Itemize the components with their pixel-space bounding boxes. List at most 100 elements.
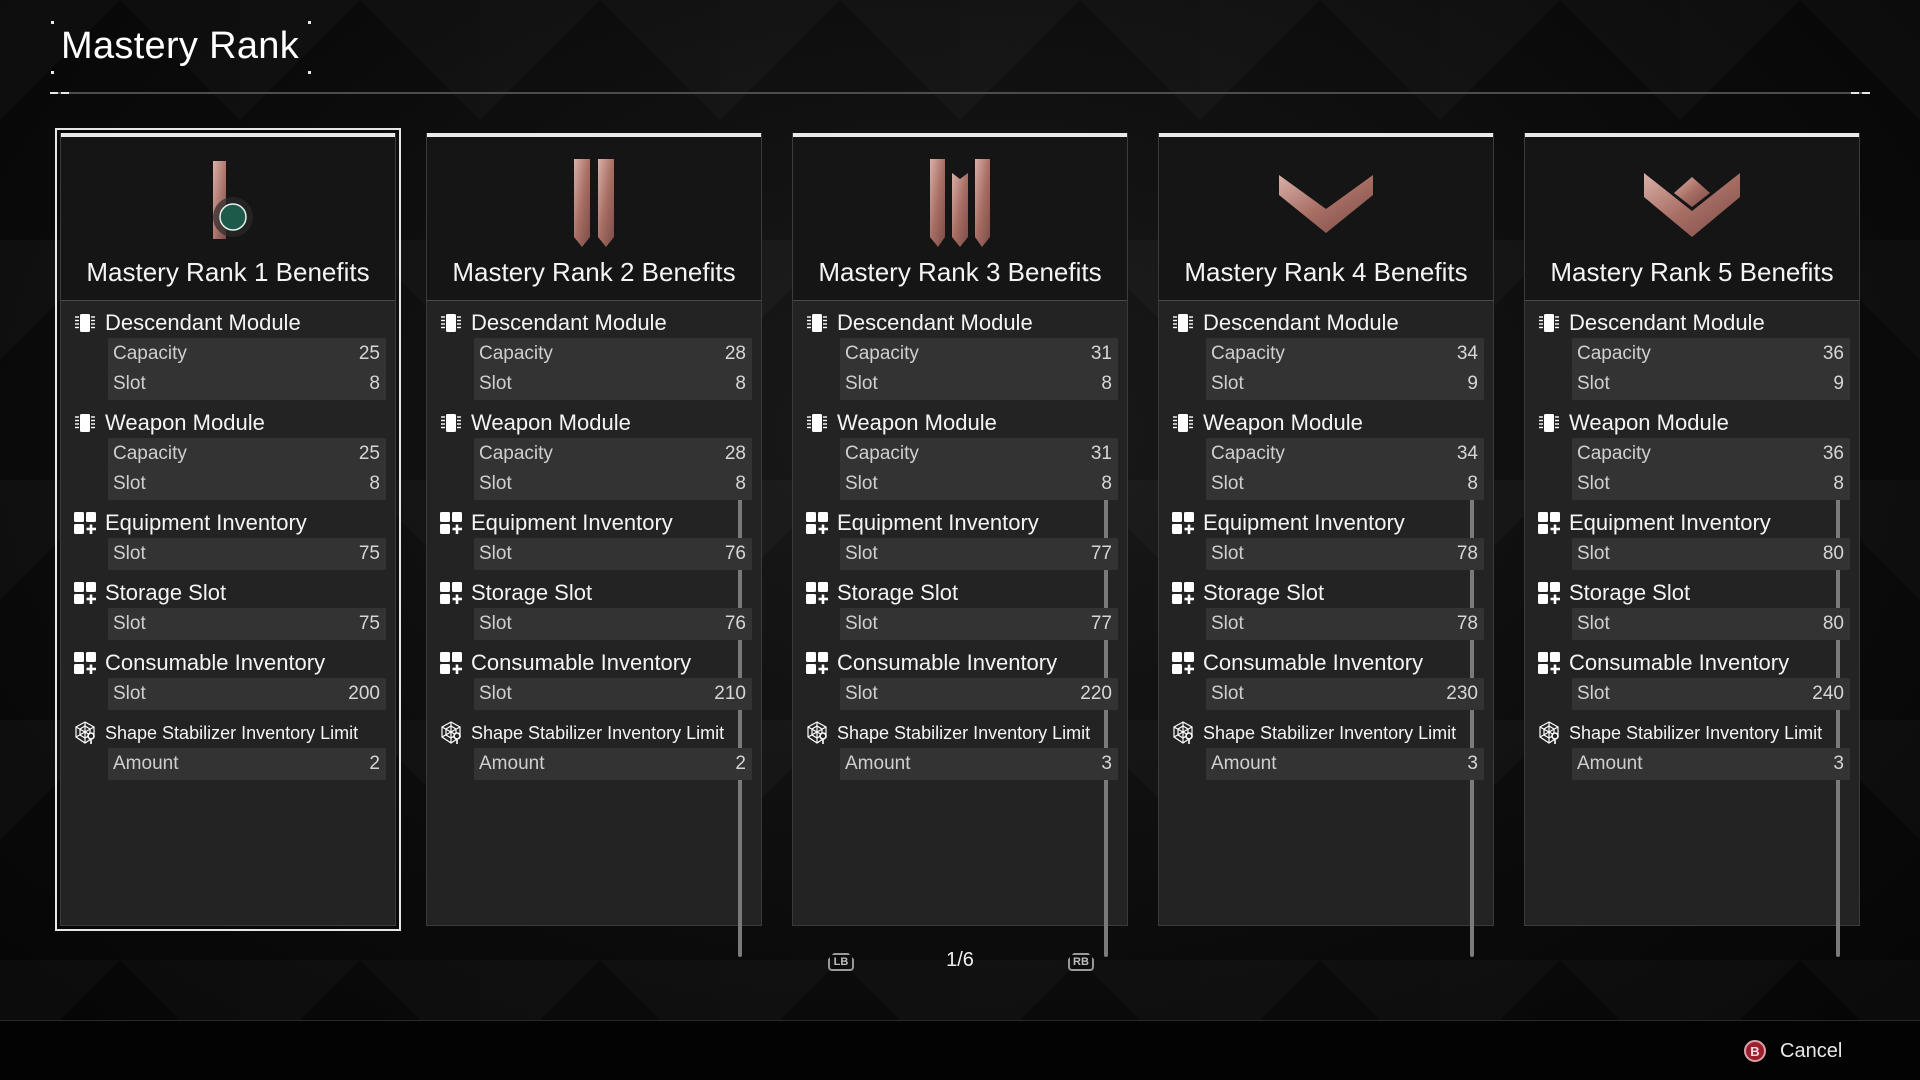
benefit-row: Slot 8 [474,368,752,400]
benefit-row: Slot 76 [474,538,752,570]
divider-dash [1851,92,1859,94]
benefit-section: Equipment Inventory [1171,509,1473,537]
cancel-button[interactable]: B Cancel [1744,1038,1842,1064]
card-header: Mastery Rank 5 Benefits [1525,137,1859,301]
benefit-row: Slot 75 [108,538,386,570]
row-label: Slot [1211,543,1244,564]
row-label: Slot [845,543,878,564]
section-label: Descendant Module [105,310,301,335]
prev-page-lb-button[interactable]: LB [828,953,854,971]
benefit-row: Amount 3 [840,748,1118,780]
benefits-list[interactable]: Descendant Module Capacity 36 Slot 9 Weapon M… [1525,301,1859,957]
cancel-label: Cancel [1780,1039,1843,1062]
row-value: 80 [1822,543,1844,564]
benefit-section: Consumable Inventory [73,649,375,677]
benefit-row: Capacity 34 [1206,338,1484,370]
benefit-row: Slot 8 [474,468,752,500]
row-value: 75 [358,543,380,564]
section-label: Weapon Module [105,410,265,435]
benefit-row: Slot 210 [474,678,752,710]
section-label: Descendant Module [1203,310,1399,335]
section-label: Weapon Module [471,410,631,435]
rank-card-2[interactable]: Mastery Rank 2 Benefits Descendant Module… [426,133,762,957]
benefit-section: Shape Stabilizer Inventory Limit [1171,719,1473,747]
section-label: Shape Stabilizer Inventory Limit [1203,722,1457,743]
row-label: Slot [113,473,146,494]
benefit-row: Amount 3 [1572,748,1850,780]
row-value: 230 [1446,683,1478,704]
row-value: 2 [369,753,380,774]
benefits-list[interactable]: Descendant Module Capacity 34 Slot 9 Weapon M… [1159,301,1493,957]
footer-bar [0,1021,1920,1080]
row-label: Slot [845,613,878,634]
section-label: Equipment Inventory [1569,510,1771,535]
row-value: 9 [1467,373,1478,394]
benefit-section: Storage Slot [1537,579,1839,607]
row-value: 80 [1822,613,1844,634]
row-value: 8 [735,373,746,394]
shape-stabilizer-icon [439,721,463,745]
benefit-section: Descendant Module [73,309,375,337]
rank-card-3[interactable]: Mastery Rank 3 Benefits Descendant Module… [792,133,1128,957]
benefit-row: Slot 80 [1572,608,1850,640]
corner-dot [51,71,54,74]
benefits-list[interactable]: Descendant Module Capacity 25 Slot 8 Weapon M… [61,301,395,925]
row-value: 28 [724,343,746,364]
benefit-section: Consumable Inventory [1171,649,1473,677]
inventory-grid-plus-icon [1171,581,1195,605]
benefit-row: Slot 9 [1572,368,1850,400]
section-label: Shape Stabilizer Inventory Limit [1569,722,1823,743]
row-label: Slot [479,473,512,494]
rank-4-emblem-icon [1266,151,1386,251]
inventory-grid-plus-icon [439,581,463,605]
benefit-section: Shape Stabilizer Inventory Limit [439,719,741,747]
section-label: Consumable Inventory [1569,650,1790,675]
corner-dot [308,21,311,24]
row-value: 3 [1467,753,1478,774]
module-chip-icon [805,411,829,435]
module-chip-icon [805,311,829,335]
row-value: 8 [1467,473,1478,494]
benefits-list[interactable]: Descendant Module Capacity 28 Slot 8 Weapon M… [427,301,761,957]
rank-card-4[interactable]: Mastery Rank 4 Benefits Descendant Module… [1158,133,1494,957]
row-value: 8 [369,473,380,494]
next-page-rb-button[interactable]: RB [1068,953,1094,971]
row-label: Amount [845,753,911,774]
row-value: 76 [724,543,746,564]
module-chip-icon [73,411,97,435]
rank-5-emblem-icon [1632,151,1752,251]
benefit-section: Equipment Inventory [73,509,375,537]
divider-dash [1862,92,1870,94]
benefit-row: Slot 8 [1572,468,1850,500]
benefit-section: Storage Slot [73,579,375,607]
corner-dot [308,71,311,74]
benefits-list[interactable]: Descendant Module Capacity 31 Slot 8 Weapon M… [793,301,1127,957]
benefit-section: Shape Stabilizer Inventory Limit [73,719,375,747]
row-value: 3 [1101,753,1112,774]
row-value: 77 [1090,543,1112,564]
benefit-row: Amount 3 [1206,748,1484,780]
benefit-section: Weapon Module [73,409,375,437]
row-label: Amount [1577,753,1643,774]
section-label: Shape Stabilizer Inventory Limit [105,722,359,743]
benefit-row: Capacity 34 [1206,438,1484,470]
rank-card-1[interactable]: Mastery Rank 1 Benefits Descendant Module… [60,133,396,926]
benefit-section: Weapon Module [805,409,1107,437]
row-value: 8 [1101,473,1112,494]
card-title: Mastery Rank 5 Benefits [1550,257,1834,287]
benefit-row: Capacity 28 [474,338,752,370]
benefit-row: Slot 8 [108,368,386,400]
benefit-section: Storage Slot [439,579,741,607]
benefit-row: Capacity 36 [1572,338,1850,370]
card-header: Mastery Rank 3 Benefits [793,137,1127,301]
row-value: 36 [1822,443,1844,464]
rank-1-emblem-icon [168,151,288,251]
section-label: Equipment Inventory [105,510,307,535]
section-label: Weapon Module [1203,410,1363,435]
benefit-section: Descendant Module [439,309,741,337]
rank-card-5[interactable]: Mastery Rank 5 Benefits Descendant Module… [1524,133,1860,957]
row-label: Amount [1211,753,1277,774]
row-value: 31 [1090,443,1112,464]
card-header: Mastery Rank 1 Benefits [61,137,395,301]
divider-dash [61,92,69,94]
